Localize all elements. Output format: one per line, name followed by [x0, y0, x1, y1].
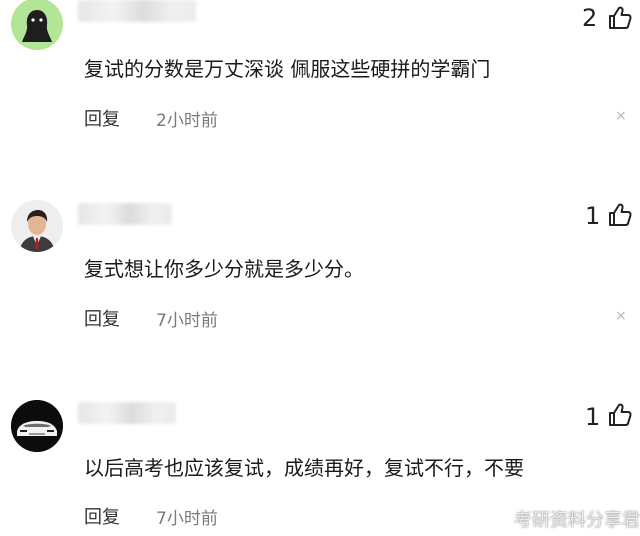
comment-text: 以后高考也应该复试，成绩再好，复试不行，不要 [84, 456, 524, 480]
close-icon[interactable]: × [615, 308, 627, 324]
like-count: 1 [585, 403, 601, 431]
like-count: 1 [585, 202, 601, 230]
username-blurred[interactable] [78, 203, 172, 225]
comment-time: 2小时前 [156, 111, 218, 131]
watermark-text: 考研资料分享君 [514, 510, 640, 531]
reply-button[interactable]: 回复 [84, 105, 120, 131]
comment-time: 7小时前 [156, 509, 218, 529]
reply-button[interactable]: 回复 [84, 503, 120, 529]
avatar[interactable] [11, 400, 63, 452]
thumb-up-icon[interactable] [607, 5, 633, 31]
comment-text: 复式想让你多少分就是多少分。 [84, 257, 364, 281]
watermark: 考研资料分享君 [488, 506, 640, 532]
username-blurred[interactable] [78, 402, 176, 424]
bird-avatar-icon [11, 0, 63, 50]
username-blurred[interactable] [78, 0, 196, 22]
close-icon[interactable]: × [615, 108, 627, 124]
avatar[interactable] [11, 200, 63, 252]
comment-text: 复试的分数是万丈深谈 佩服这些硬拼的学霸门 [84, 57, 491, 81]
car-avatar-icon [11, 400, 63, 452]
weibo-logo-icon [488, 513, 509, 529]
comment-item: 2 复试的分数是万丈深谈 佩服这些硬拼的学霸门 回复 2小时前 × [0, 0, 640, 160]
thumb-up-icon[interactable] [607, 402, 633, 428]
thumb-up-icon[interactable] [607, 202, 633, 228]
avatar[interactable] [11, 0, 63, 50]
like-count: 2 [582, 4, 598, 32]
reply-button[interactable]: 回复 [84, 305, 120, 331]
comment-time: 7小时前 [156, 311, 218, 331]
portrait-avatar-icon [11, 200, 63, 252]
comment-item: 1 复式想让你多少分就是多少分。 回复 7小时前 × [0, 190, 640, 350]
